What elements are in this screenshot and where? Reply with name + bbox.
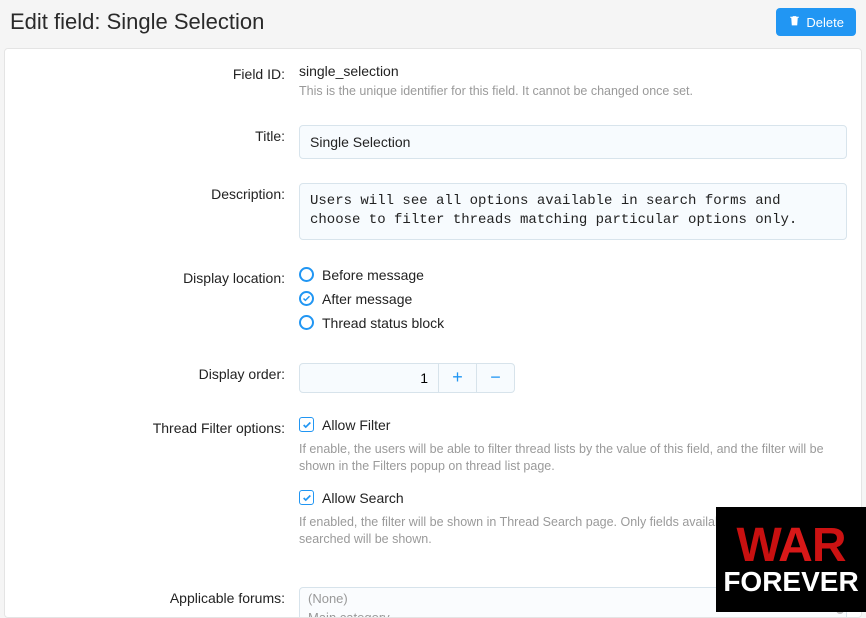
checkbox-allow-filter[interactable]: Allow Filter bbox=[299, 417, 847, 433]
checkbox-checked-icon bbox=[299, 490, 314, 505]
row-display-order: Display order: + − bbox=[5, 353, 861, 407]
checkbox-checked-icon bbox=[299, 417, 314, 432]
field-id-help: This is the unique identifier for this f… bbox=[299, 83, 847, 101]
row-description: Description: Users will see all options … bbox=[5, 173, 861, 257]
radio-label: After message bbox=[322, 291, 412, 307]
description-input[interactable]: Users will see all options available in … bbox=[299, 183, 847, 240]
display-order-input[interactable] bbox=[299, 363, 439, 393]
stepper-increment-button[interactable]: + bbox=[439, 363, 477, 393]
thread-filter-options-label: Thread Filter options: bbox=[19, 417, 299, 563]
page-header: Edit field: Single Selection Delete bbox=[0, 0, 866, 48]
watermark-line2: FOREVER bbox=[723, 569, 858, 596]
radio-icon bbox=[299, 267, 314, 282]
radio-before-message[interactable]: Before message bbox=[299, 267, 847, 283]
trash-icon bbox=[788, 14, 801, 30]
radio-thread-status-block[interactable]: Thread status block bbox=[299, 315, 847, 331]
title-label: Title: bbox=[19, 125, 299, 159]
radio-label: Before message bbox=[322, 267, 424, 283]
stepper-decrement-button[interactable]: − bbox=[477, 363, 515, 393]
row-field-id: Field ID: single_selection This is the u… bbox=[5, 53, 861, 115]
delete-button[interactable]: Delete bbox=[776, 8, 856, 36]
watermark-logo: WAR FOREVER bbox=[716, 507, 866, 612]
display-order-stepper: + − bbox=[299, 363, 847, 393]
allow-filter-help: If enable, the users will be able to fil… bbox=[299, 441, 847, 476]
radio-icon bbox=[299, 315, 314, 330]
checkbox-label: Allow Search bbox=[322, 490, 404, 506]
row-title: Title: bbox=[5, 115, 861, 173]
description-label: Description: bbox=[19, 183, 299, 243]
delete-button-label: Delete bbox=[806, 15, 844, 30]
checkbox-label: Allow Filter bbox=[322, 417, 390, 433]
row-display-location: Display location: Before message After m… bbox=[5, 257, 861, 353]
radio-after-message[interactable]: After message bbox=[299, 291, 847, 307]
radio-checked-icon bbox=[299, 291, 314, 306]
field-id-label: Field ID: bbox=[19, 63, 299, 101]
title-input[interactable] bbox=[299, 125, 847, 159]
applicable-forums-label: Applicable forums: bbox=[19, 587, 299, 618]
checkbox-allow-search[interactable]: Allow Search bbox=[299, 490, 847, 506]
display-location-label: Display location: bbox=[19, 267, 299, 339]
radio-label: Thread status block bbox=[322, 315, 444, 331]
display-order-label: Display order: bbox=[19, 363, 299, 393]
page-title: Edit field: Single Selection bbox=[10, 9, 264, 35]
field-id-value: single_selection bbox=[299, 63, 847, 79]
watermark-line1: WAR bbox=[737, 523, 846, 569]
